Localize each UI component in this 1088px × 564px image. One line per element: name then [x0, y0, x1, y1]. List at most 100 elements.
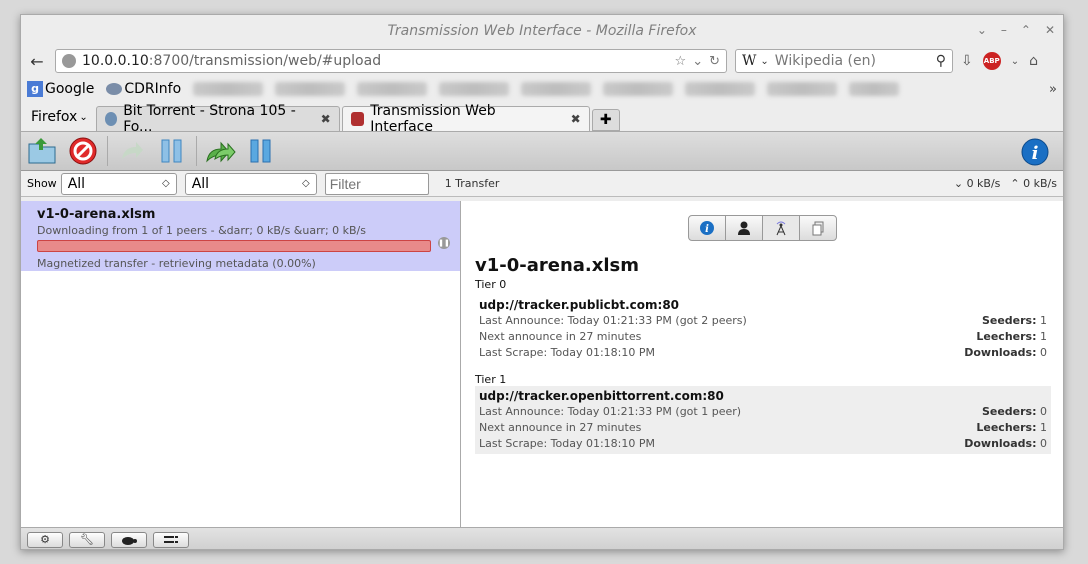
blurred-bookmark[interactable] — [439, 82, 510, 96]
seeders-stat: Seeders: 0 — [982, 405, 1047, 418]
blurred-bookmark[interactable] — [193, 82, 264, 96]
files-icon — [812, 221, 824, 236]
tab-bar: Firefox ⌄ Bit Torrent - Strona 105 - Fo.… — [21, 103, 1063, 135]
blurred-bookmark[interactable] — [521, 82, 592, 96]
tracker-url: udp://tracker.openbittorrent.com:80 — [479, 389, 724, 403]
back-arrow-icon[interactable]: ← — [27, 52, 47, 71]
up-chevron-icon: ⌃ — [1010, 177, 1020, 190]
next-announce: Next announce in 27 minutes — [479, 420, 642, 434]
close-window-icon[interactable]: ✕ — [1045, 23, 1055, 37]
blurred-bookmark[interactable] — [849, 82, 900, 96]
select-arrows-icon: ◇ — [301, 178, 310, 189]
state-filter-select[interactable]: All ◇ — [60, 172, 177, 195]
blurred-bookmark[interactable] — [357, 82, 428, 96]
blurred-bookmark[interactable] — [603, 82, 674, 96]
last-scrape: Last Scrape: Today 01:18:10 PM — [479, 345, 655, 359]
resume-selected-button[interactable] — [116, 135, 148, 167]
url-bar[interactable]: 10.0.0.10 :8700/transmission/web/#upload… — [55, 49, 727, 73]
tab-trackers[interactable] — [762, 215, 800, 241]
blurred-bookmark[interactable] — [685, 82, 756, 96]
tab-info[interactable]: i — [688, 215, 726, 241]
tracker-row: Next announce in 27 minutes Leechers: 1 — [479, 328, 1047, 344]
settings-button[interactable]: ⚙ — [27, 531, 63, 548]
tab-files[interactable] — [799, 215, 837, 241]
tracker-filter-select[interactable]: All ◇ — [184, 172, 317, 195]
inspector-torrent-name: v1-0-arena.xlsm — [475, 255, 640, 276]
compact-view-button[interactable] — [153, 531, 189, 548]
adblock-chevron-icon[interactable]: ⌄ — [1011, 56, 1019, 67]
window-controls: ⌄ – ⌃ ✕ — [977, 23, 1055, 37]
close-tab-icon[interactable]: ✖ — [321, 112, 331, 126]
torrent-status: Magnetized transfer - retrieving metadat… — [37, 257, 316, 270]
remove-stop-icon — [69, 137, 97, 165]
leechers-label: Leechers: — [976, 329, 1037, 343]
inspector-toggle-button[interactable]: i — [1019, 136, 1051, 168]
seeders-value: 0 — [1040, 404, 1047, 418]
resume-all-arrow-icon — [206, 141, 236, 163]
torrent-row[interactable]: v1-0-arena.xlsm Downloading from 1 of 1 … — [21, 201, 460, 271]
remove-torrent-button[interactable] — [67, 135, 99, 167]
filter-input[interactable] — [324, 172, 429, 195]
tracker-filter-value: All — [191, 175, 210, 192]
globe-icon — [62, 54, 76, 68]
blurred-bookmark[interactable] — [767, 82, 838, 96]
search-bar[interactable]: W ⌄ Wikipedia (en) ⚲ — [735, 49, 953, 73]
magnifier-icon[interactable]: ⚲ — [936, 53, 946, 69]
chevron-down-icon: ⌄ — [79, 111, 88, 123]
close-tab-icon[interactable]: ✖ — [571, 112, 581, 126]
bookmark-cdrinfo[interactable]: CDRInfo — [106, 81, 181, 97]
info-small-icon: i — [700, 221, 714, 235]
turtle-mode-button[interactable] — [111, 531, 147, 548]
progress-bar — [37, 240, 431, 252]
download-arrow-icon[interactable]: ⇩ — [961, 53, 973, 69]
tier-label: Tier 1 — [475, 373, 507, 386]
tracker-row: Next announce in 27 minutes Leechers: 1 — [479, 419, 1047, 435]
open-torrent-button[interactable] — [27, 135, 59, 167]
status-bar: ⚙ 🔧︎ — [21, 527, 1063, 549]
minimize-icon[interactable]: – — [1001, 23, 1007, 37]
tab-bit-torrent[interactable]: Bit Torrent - Strona 105 - Fo... ✖ — [95, 103, 340, 135]
url-host: 10.0.0.10 — [82, 53, 149, 69]
tab-peers[interactable] — [725, 215, 763, 241]
leechers-label: Leechers: — [976, 420, 1037, 434]
bookmark-star-icon[interactable]: ☆ — [675, 54, 687, 69]
blurred-bookmark[interactable] — [275, 82, 346, 96]
bookmark-google-label: Google — [45, 81, 95, 97]
firefox-menu-button[interactable]: Firefox ⌄ — [25, 109, 94, 131]
wikipedia-icon[interactable]: W — [742, 53, 756, 69]
pause-selected-button[interactable] — [156, 135, 188, 167]
downloads-value: 0 — [1040, 345, 1047, 359]
pause-all-button[interactable] — [245, 135, 277, 167]
reload-icon[interactable]: ↻ — [709, 54, 720, 69]
download-speed: ⌄ 0 kB/s — [954, 177, 1001, 190]
search-engine-chevron-icon[interactable]: ⌄ — [760, 56, 768, 67]
resume-all-button[interactable] — [205, 135, 237, 167]
info-icon: i — [1021, 138, 1049, 166]
next-announce: Next announce in 27 minutes — [479, 329, 642, 343]
tab-transmission[interactable]: Transmission Web Interface ✖ — [341, 103, 590, 135]
leechers-stat: Leechers: 1 — [976, 330, 1047, 343]
bookmark-google[interactable]: g Google — [27, 81, 94, 97]
antenna-icon — [776, 221, 786, 236]
window-title: Transmission Web Interface - Mozilla Fir… — [387, 23, 697, 39]
new-tab-button[interactable]: ✚ — [591, 109, 620, 131]
home-icon[interactable]: ⌂ — [1029, 53, 1038, 69]
downloads-value: 0 — [1040, 436, 1047, 450]
pause-torrent-icon[interactable]: ❚❚ — [438, 237, 450, 249]
torrent-list: v1-0-arena.xlsm Downloading from 1 of 1 … — [21, 201, 461, 527]
cdrinfo-icon — [106, 83, 123, 95]
more-bookmarks-icon[interactable]: » — [1049, 82, 1057, 97]
adblock-icon[interactable]: ABP — [982, 52, 1001, 70]
tracker-row: Last Scrape: Today 01:18:10 PM Downloads… — [479, 344, 1047, 360]
menu-chevron-icon[interactable]: ⌄ — [977, 23, 987, 37]
torrent-peers: Downloading from 1 of 1 peers - &darr; 0… — [37, 224, 366, 237]
url-dropdown-icon[interactable]: ⌄ — [692, 54, 703, 69]
transfer-count: 1 Transfer — [444, 177, 500, 190]
preferences-button[interactable]: 🔧︎ — [69, 531, 105, 548]
inspector-panel: i v1-0-arena.xlsm Tier 0 udp://tracker.p… — [461, 201, 1063, 527]
tracker-url: udp://tracker.publicbt.com:80 — [479, 298, 680, 312]
maximize-icon[interactable]: ⌃ — [1021, 23, 1031, 37]
tracker-row: Last Scrape: Today 01:18:10 PM Downloads… — [479, 435, 1047, 451]
transmission-favicon-icon — [350, 112, 365, 126]
downloads-stat: Downloads: 0 — [964, 346, 1047, 359]
